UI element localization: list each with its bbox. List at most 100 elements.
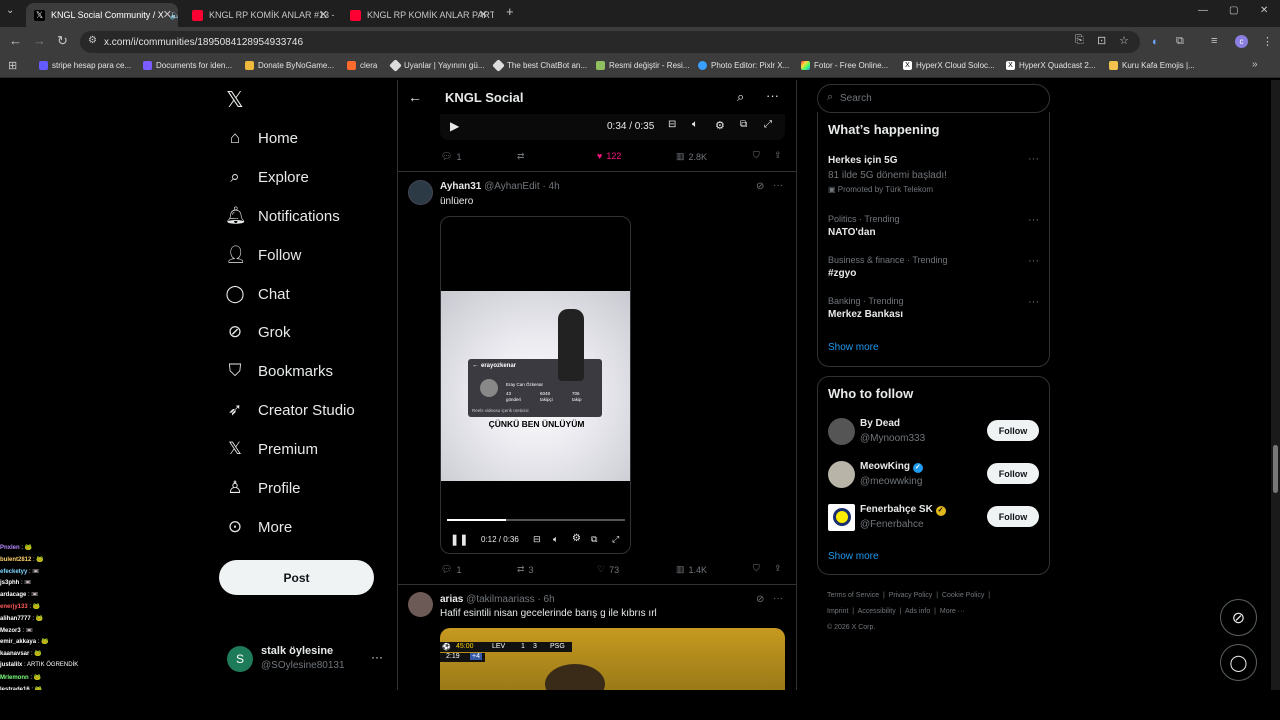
bookmark-item[interactable]: Fotor - Free Online... [801,61,888,70]
grok-fab-button[interactable]: ⊘ [1220,599,1257,636]
trend-name[interactable]: Merkez Bankası [828,309,903,320]
post-video[interactable]: ⚽ 45:00 LEV 1 3 PSG 2:19 +4 [440,628,785,690]
views-button[interactable]: ▥ 1.4K [676,564,707,575]
like-button[interactable]: ♡ 73 [597,564,619,575]
nav-profile[interactable]: ♙ Profile [225,478,300,498]
follow-button[interactable]: Follow [987,420,1039,441]
account-avatar[interactable]: S [227,646,253,672]
play-icon[interactable]: ▶ [450,119,459,133]
trend-more-icon[interactable]: ··· [1028,296,1039,308]
nav-creator-studio[interactable]: ➶ Creator Studio [225,400,355,420]
search-input[interactable]: ⌕ Search [817,84,1050,113]
follow-button[interactable]: Follow [987,506,1039,527]
reply-button[interactable]: 💬︎ 1 [441,564,461,575]
bookmark-star-icon[interactable]: ☆ [1119,34,1129,47]
bookmark-item[interactable]: stripe hesap para ce... [39,61,131,70]
translate-icon[interactable]: ⎘ [1075,34,1084,47]
user-name[interactable]: By Dead [860,418,900,429]
volume-icon[interactable]: 🔈︎ [553,534,558,545]
author-name[interactable]: Ayhan31 [440,181,481,192]
nav-chat[interactable]: ◯ Chat [225,284,289,304]
nav-notifications[interactable]: 🔔︎ Notifications [225,206,340,226]
bookmark-icon[interactable]: ⛉ [753,563,760,574]
nav-explore[interactable]: ⌕ Explore [225,167,309,187]
trend-more-icon[interactable]: ··· [1028,255,1039,267]
bookmark-item[interactable]: Donate ByNoGame... [245,61,334,70]
popout-icon[interactable]: ⧉ [591,534,597,545]
avatar[interactable] [408,592,433,617]
footer-link[interactable]: Imprint [827,608,848,615]
repost-button[interactable]: ⇄ 3 [517,564,534,575]
browser-menu-icon[interactable]: ⋮ [1262,35,1273,48]
tab-komik-anlar-part[interactable]: KNGL RP KOMİK ANLAR PART ... ✕ [342,3,494,27]
post-button[interactable]: Post [219,560,374,595]
restore-icon[interactable]: ▢ [1229,5,1238,16]
trend-name[interactable]: Herkes için 5G [828,155,897,166]
fullscreen-icon[interactable]: ⤢ [764,119,772,130]
extensions-icon[interactable]: ⧉ [1176,35,1184,48]
bookmark-item[interactable]: Resmi değiştir - Resi... [596,61,689,70]
nav-follow[interactable]: 👤︎ Follow [225,245,301,265]
back-icon[interactable]: ← [9,33,22,48]
settings-icon[interactable]: ⚙ [572,533,581,544]
bookmark-item[interactable]: X HyperX Quadcast 2... [1006,61,1095,70]
avatar[interactable] [828,418,855,445]
profile-avatar-icon[interactable]: c [1235,35,1248,48]
bookmark-item[interactable]: clera [347,61,377,70]
bookmark-icon[interactable]: ⛉ [753,150,760,161]
repost-button[interactable]: ⇄ [517,151,525,162]
page-scrollbar[interactable] [1271,80,1280,690]
captions-icon[interactable]: ⊟ [533,534,541,545]
footer-link[interactable]: More ··· [940,608,965,615]
views-button[interactable]: ▥ 2.8K [676,151,707,162]
close-tab-icon[interactable]: ✕ [319,8,328,21]
bookmark-item[interactable]: Uyanlar | Yayınını gü... [389,59,485,72]
captions-icon[interactable]: ⊟ [668,119,676,130]
footer-link[interactable]: Privacy Policy [889,592,933,599]
show-more-link[interactable]: Show more [828,551,879,562]
minimize-icon[interactable]: — [1198,5,1208,16]
nav-grok[interactable]: ⊘ Grok [225,322,291,342]
show-more-link[interactable]: Show more [828,342,879,353]
account-menu-icon[interactable]: ··· [371,650,383,664]
bookmark-item[interactable]: X HyperX Cloud Soloc... [903,61,995,70]
nav-bookmarks[interactable]: ⛉ Bookmarks [225,361,333,381]
chat-fab-button[interactable]: ◯ [1220,644,1257,681]
close-tab-icon[interactable]: ✕ [163,8,172,21]
url-field[interactable]: ⚙ x.com/i/communities/189508412895493374… [80,31,1140,53]
volume-icon[interactable]: 🔈︎ [692,119,698,130]
share-icon[interactable]: ⇪ [774,563,782,574]
site-info-icon[interactable]: ⚙ [88,35,97,46]
x-logo-icon[interactable]: 𝕏 [226,87,244,113]
close-tab-icon[interactable]: ✕ [479,8,488,21]
reload-icon[interactable]: ↻ [57,33,68,49]
bookmark-item[interactable]: Kuru Kafa Emojis |... [1109,61,1195,70]
install-icon[interactable]: ⊡ [1097,34,1106,47]
trend-more-icon[interactable]: ··· [1028,214,1039,226]
pause-icon[interactable]: ❚❚ [450,533,468,546]
nav-premium[interactable]: 𝕏 Premium [225,439,318,459]
nav-home[interactable]: ⌂ Home [225,128,298,148]
bookmark-item[interactable]: Photo Editor: Pixlr X... [698,61,789,70]
follow-button[interactable]: Follow [987,463,1039,484]
author-name[interactable]: arias [440,594,463,605]
like-button[interactable]: ♥ 122 [597,151,621,161]
reply-button[interactable]: 💬︎ 1 [441,151,461,162]
more-options-icon[interactable]: ··· [773,593,783,604]
trend-name[interactable]: NATO'dan [828,227,876,238]
bookmark-item[interactable]: Documents for iden... [143,61,232,70]
fullscreen-icon[interactable]: ⤢ [612,534,619,545]
extension-audio-icon[interactable]: ◐ [1152,36,1159,48]
forward-icon[interactable]: → [33,33,46,48]
trend-more-icon[interactable]: ··· [1028,153,1039,165]
more-options-icon[interactable]: ··· [766,88,779,103]
more-options-icon[interactable]: ··· [773,180,783,191]
close-window-icon[interactable]: ✕ [1260,5,1268,16]
more-bookmarks-icon[interactable]: » [1252,59,1258,70]
reading-list-icon[interactable]: ≡ [1211,35,1217,47]
search-icon[interactable]: ⌕ [737,89,744,105]
scrollbar-thumb[interactable] [1273,445,1278,493]
video-progress-track[interactable] [447,519,625,521]
avatar[interactable] [828,461,855,488]
popout-icon[interactable]: ⧉ [740,119,747,130]
